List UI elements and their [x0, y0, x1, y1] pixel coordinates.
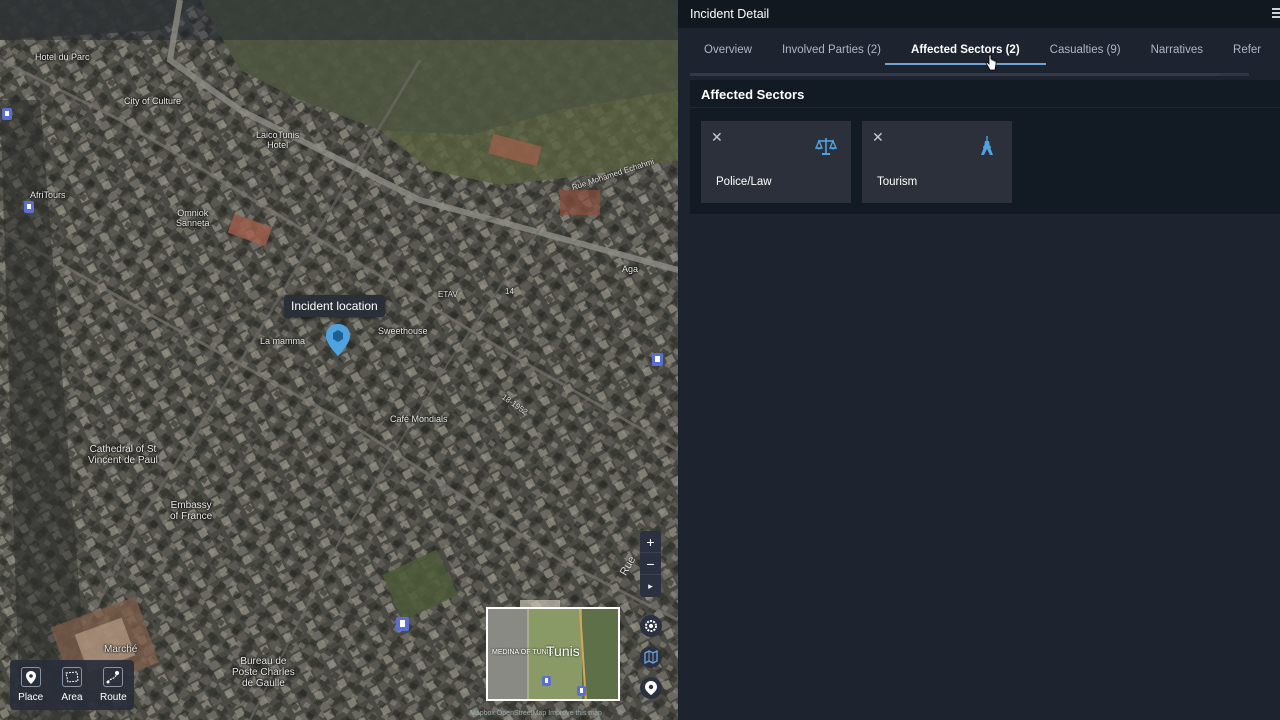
place-tool-button[interactable]: Place [10, 660, 51, 710]
app-window: Hotel du Parc City of Culture LaicoTunis… [0, 0, 1280, 720]
route-tool-label: Route [99, 692, 127, 703]
poi-label: La mamma [260, 336, 306, 346]
transit-marker-icon [577, 686, 586, 696]
map-attribution[interactable]: Mapbox OpenStreetMap Improve this map [470, 710, 602, 717]
place-pin-icon [20, 667, 41, 687]
transit-marker-icon [542, 676, 551, 686]
area-tool-button[interactable]: Area [51, 660, 92, 710]
sector-label: Police/Law [716, 176, 772, 188]
route-icon [103, 667, 124, 687]
sector-label: Tourism [877, 176, 918, 188]
zoom-in-button[interactable]: + [640, 531, 661, 553]
compass-reset-button[interactable]: ▸ [640, 575, 661, 597]
poi-label: Aga [622, 264, 639, 274]
poi-label: Café Mondials [390, 414, 448, 424]
poi-label: Omniok Sanneta [176, 208, 210, 228]
mouse-cursor-hand-icon [985, 54, 997, 71]
transit-marker-icon[interactable] [652, 353, 663, 366]
area-polygon-icon [61, 667, 82, 687]
tab-references[interactable]: Refer [1218, 28, 1276, 72]
remove-sector-button[interactable]: ✕ [872, 130, 884, 144]
tab-affected-sectors[interactable]: Affected Sectors (2) [885, 28, 1046, 72]
tab-casualties[interactable]: Casualties (9) [1035, 28, 1136, 72]
zoom-out-button[interactable]: − [640, 553, 661, 575]
poi-label: Sweethouse [378, 326, 428, 336]
scales-of-justice-icon [815, 138, 837, 155]
hamburger-menu-icon[interactable] [1272, 8, 1280, 18]
poi-label: City of Culture [124, 96, 182, 106]
route-tool-button[interactable]: Route [93, 660, 134, 710]
poi-label: Marché [104, 644, 138, 655]
transit-marker-icon[interactable] [24, 201, 34, 213]
section-title: Affected Sectors [690, 80, 1280, 108]
map-layers-button[interactable] [640, 646, 662, 668]
poi-label: Hotel du Parc [35, 52, 90, 62]
poi-label: LaicoTunis Hotel [256, 130, 300, 150]
transit-marker-icon[interactable] [2, 108, 12, 120]
transit-marker-icon[interactable] [396, 617, 409, 631]
incident-detail-panel: Incident Detail Overview Involved Partie… [678, 0, 1280, 720]
my-location-button[interactable] [640, 677, 662, 699]
minimap-city-label: Tunis [546, 643, 580, 659]
place-tool-label: Place [18, 692, 44, 703]
poi-label: AfriTours [30, 190, 66, 200]
tab-overview[interactable]: Overview [704, 28, 767, 72]
sector-card-police-law[interactable]: ✕ Police/Law [701, 121, 851, 203]
poi-label: Embassy of France [170, 500, 213, 522]
poi-label: Cathedral of St Vincent de Paul [88, 444, 158, 466]
poi-label: Bureau de Poste Charles de Gaulle [232, 656, 295, 689]
sector-card-tourism[interactable]: ✕ Tourism [862, 121, 1012, 203]
tab-involved-parties[interactable]: Involved Parties (2) [767, 28, 896, 72]
gear-icon [645, 620, 657, 632]
remove-sector-button[interactable]: ✕ [711, 130, 723, 144]
eiffel-tower-icon [981, 136, 993, 155]
incident-location-tooltip: Incident location [284, 295, 385, 317]
panel-header: Incident Detail [678, 0, 1280, 28]
tabs-scrollbar[interactable] [690, 73, 1249, 76]
minimap-medina-label: MEDINA OF TUNIS [492, 649, 554, 656]
panel-title: Incident Detail [690, 7, 770, 21]
tab-narratives[interactable]: Narratives [1136, 28, 1218, 72]
location-pin-icon [645, 681, 657, 695]
map-settings-button[interactable] [640, 615, 662, 637]
map-view[interactable]: Hotel du Parc City of Culture LaicoTunis… [0, 0, 678, 720]
zoom-control: + − ▸ [640, 531, 661, 597]
affected-sectors-section: Affected Sectors ✕ Police/Law ✕ Tourism [690, 80, 1280, 214]
minimap[interactable]: MEDINA OF TUNIS Tunis [486, 607, 620, 701]
incident-location-pin-icon[interactable] [326, 324, 350, 356]
sector-card-list: ✕ Police/Law ✕ Tourism [701, 121, 1012, 203]
map-layers-icon [644, 650, 658, 664]
street-label: ETAV [438, 290, 458, 299]
area-tool-label: Area [61, 692, 83, 703]
drawing-tools: Place Area Route [10, 660, 134, 710]
street-label: 14 [505, 287, 514, 296]
